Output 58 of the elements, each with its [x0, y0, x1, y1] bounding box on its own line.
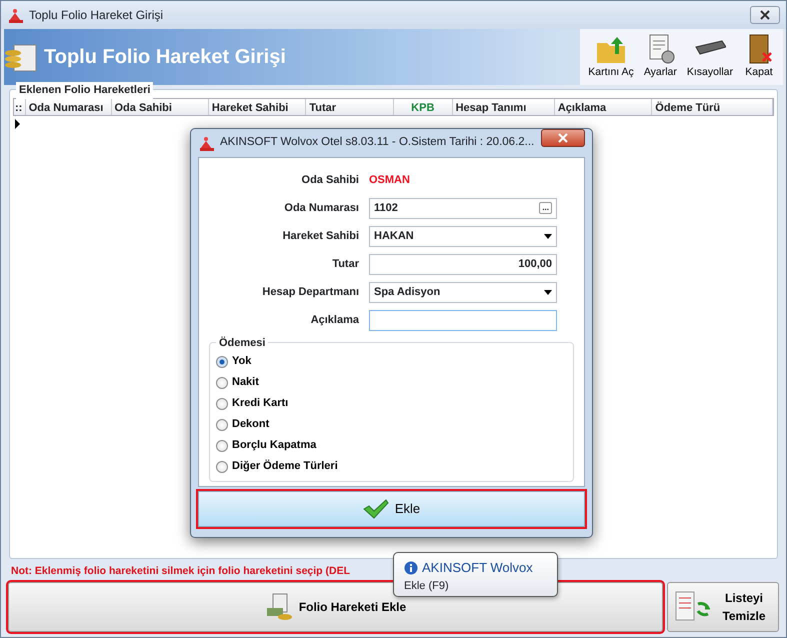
close-icon	[558, 133, 568, 143]
radio-button[interactable]	[216, 418, 228, 430]
radio-option[interactable]: Diğer Ödeme Türleri	[216, 456, 338, 477]
radio-button[interactable]	[216, 356, 228, 368]
field-label: Açıklama	[310, 312, 359, 328]
close-button[interactable]	[750, 6, 780, 24]
dropdown-field[interactable]: HAKAN	[369, 226, 557, 246]
toolbar-button[interactable]: Kısayollar	[682, 29, 737, 85]
field-label: Oda Sahibi	[300, 172, 359, 188]
note-text: Not: Eklenmiş folio hareketini silmek için folio hareketini seçip (DEL	[11, 564, 350, 579]
window-title: Toplu Folio Hareket Girişi	[29, 7, 164, 24]
owner-value: OSMAN	[369, 172, 410, 188]
column-header: Ödeme Türü	[652, 99, 774, 115]
lookup-button[interactable]: ...	[539, 202, 552, 214]
input-field[interactable]: 100,00	[369, 254, 557, 274]
checkmark-icon	[362, 499, 389, 519]
input-field[interactable]: 1102 ...	[369, 198, 557, 218]
radio-button[interactable]	[216, 398, 228, 410]
app-logo-icon	[7, 7, 23, 23]
group-title: Eklenen Folio Hareketleri	[16, 82, 154, 98]
close-icon	[760, 10, 770, 20]
field-label: Oda Numarası	[283, 200, 359, 216]
row-indicator-icon	[13, 119, 21, 130]
radio-option[interactable]: Yok	[216, 351, 252, 372]
tooltip-title: AKINSOFT Wolvox	[422, 559, 533, 577]
app-logo-icon	[198, 135, 214, 151]
header-title: Toplu Folio Hareket Girişi	[44, 45, 286, 70]
column-header: Tutar	[306, 99, 394, 115]
add-button[interactable]: Ekle	[198, 491, 585, 527]
field-label: Hareket Sahibi	[282, 228, 359, 244]
column-header: Hareket Sahibi	[208, 99, 306, 115]
radio-option[interactable]: Kredi Kartı	[216, 393, 288, 414]
dropdown-field[interactable]: Spa Adisyon	[369, 282, 557, 302]
column-header: Oda Sahibi	[112, 99, 209, 115]
radio-button[interactable]	[216, 460, 228, 472]
dialog-title: AKINSOFT Wolvox Otel s8.03.11 - O.Sistem Tarihi : 20.06.2...	[220, 135, 534, 150]
radio-option[interactable]: Dekont	[216, 414, 270, 435]
close-button[interactable]	[541, 129, 585, 147]
column-header: Hesap Tanımı	[452, 99, 555, 115]
grid-corner: ::	[14, 99, 26, 115]
cash-icon	[264, 592, 293, 622]
radio-button[interactable]	[216, 440, 228, 452]
radio-option[interactable]: Borçlu Kapatma	[216, 435, 316, 456]
caret-icon	[544, 290, 552, 294]
column-header: Oda Numarası	[26, 99, 112, 115]
toolbar-button[interactable]: Ayarlar	[640, 29, 681, 85]
clear-list-button[interactable]: Listeyi Temizle	[667, 582, 779, 632]
radio-option[interactable]: Nakit	[216, 372, 259, 393]
toolbar-button[interactable]: Kapat	[739, 29, 779, 85]
column-header: Açıklama	[554, 99, 652, 115]
input-field[interactable]	[369, 310, 557, 330]
field-label: Tutar	[331, 256, 359, 272]
toolbar-button[interactable]: Kartını Aç	[584, 29, 638, 85]
field-label: Hesap Departmanı	[261, 284, 359, 300]
column-header: KPB	[394, 99, 453, 115]
radio-button[interactable]	[216, 376, 228, 388]
info-icon	[404, 560, 418, 575]
caret-icon	[544, 234, 552, 238]
